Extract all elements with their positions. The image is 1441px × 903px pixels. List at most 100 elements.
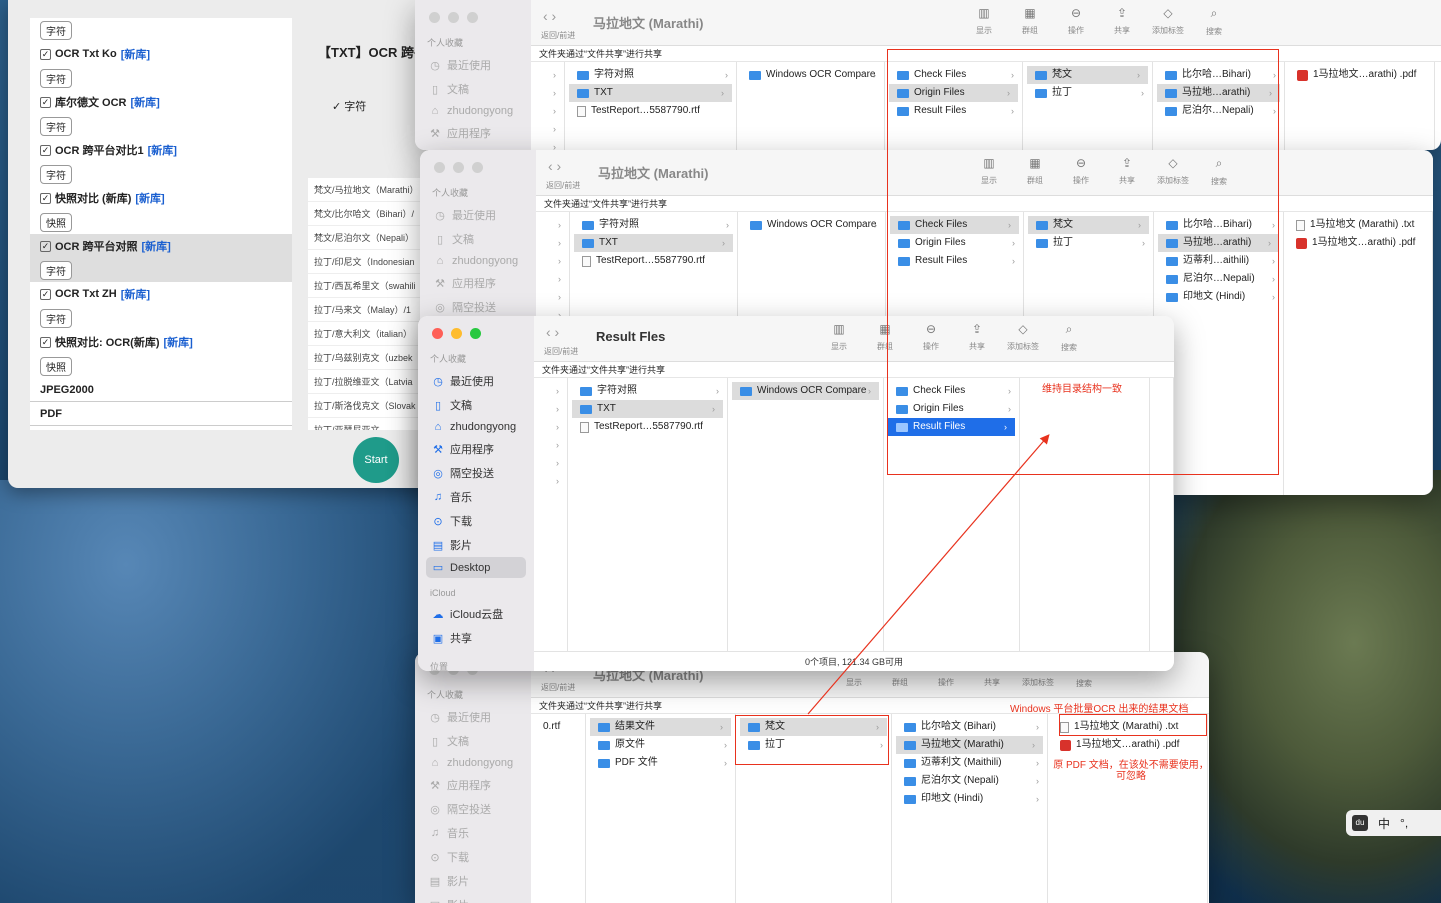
collapsed-entry[interactable]: ›: [531, 66, 564, 84]
collapsed-entry[interactable]: ›: [534, 436, 567, 454]
start-button[interactable]: Start: [353, 437, 399, 483]
close-button[interactable]: [434, 162, 445, 173]
list-item[interactable]: ✓ OCR 跨平台对照 [新库]: [30, 234, 292, 258]
file-entry[interactable]: Windows OCR Compare ›: [737, 66, 884, 84]
file-entry[interactable]: TXT ›: [574, 234, 733, 252]
sidebar-item[interactable]: ◎ 隔空投送: [415, 797, 531, 821]
file-entry[interactable]: 原文件 ›: [586, 736, 735, 754]
sidebar-item[interactable]: ▯ 文稿: [420, 227, 536, 251]
collapsed-entry[interactable]: ›: [536, 288, 569, 306]
sidebar-item[interactable]: ⌂ zhudongyong: [415, 753, 531, 773]
back-forward-buttons[interactable]: ‹ ›: [548, 158, 561, 174]
collapsed-entry[interactable]: ›: [531, 138, 564, 150]
file-entry[interactable]: Windows OCR Compare ›: [738, 216, 885, 234]
sidebar-item[interactable]: ◷ 最近使用: [418, 369, 534, 393]
minimize-button[interactable]: [451, 328, 462, 339]
sidebar-item[interactable]: ▭ Desktop: [426, 557, 526, 578]
file-entry[interactable]: 1马拉地文 (Marathi) .txt: [1284, 216, 1432, 234]
file-entry[interactable]: 1马拉地文…arathi) .pdf: [1285, 66, 1434, 84]
zoom-button[interactable]: [470, 328, 481, 339]
checkbox-icon[interactable]: ✓: [40, 240, 51, 252]
file-entry[interactable]: 马拉地文 (Marathi) ›: [896, 736, 1043, 754]
list-item[interactable]: ✓ OCR 跨平台对比1 [新库]: [30, 138, 292, 162]
toolbar-item[interactable]: ▦ 群组: [1007, 6, 1053, 37]
checkbox-icon[interactable]: ✓: [40, 192, 51, 204]
list-item[interactable]: JPEG2000: [30, 378, 292, 402]
minimize-button[interactable]: [448, 12, 459, 23]
file-entry[interactable]: 1马拉地文…arathi) .pdf: [1048, 736, 1207, 754]
sidebar-item[interactable]: ▯ 文稿: [418, 393, 534, 417]
checkbox-icon[interactable]: ✓: [40, 48, 51, 60]
toolbar-item[interactable]: ◇ 添加标签: [1145, 6, 1191, 37]
minimize-button[interactable]: [453, 162, 464, 173]
list-item[interactable]: 快照: [30, 210, 292, 234]
sidebar-item[interactable]: ⌂ zhudongyong: [418, 417, 534, 437]
zoom-button[interactable]: [467, 12, 478, 23]
checkbox-icon[interactable]: ✓: [40, 336, 51, 348]
input-method-indicator[interactable]: du 中 °,: [1346, 810, 1441, 836]
sidebar-item[interactable]: ▣ 共享: [418, 626, 534, 650]
toolbar-item[interactable]: ⌕ 搜索: [1191, 6, 1237, 37]
back-forward-buttons[interactable]: ‹ ›: [543, 8, 556, 24]
sidebar-item[interactable]: ⚒ 应用程序: [420, 271, 536, 295]
file-entry[interactable]: 迈蒂利文 (Maithili) ›: [892, 754, 1047, 772]
back-forward-buttons[interactable]: ‹ ›: [546, 324, 559, 340]
list-item[interactable]: PDF: [30, 402, 292, 426]
sidebar-item[interactable]: ▤ 影片: [415, 869, 531, 893]
sidebar-item[interactable]: ▯ 文稿: [415, 729, 531, 753]
list-item[interactable]: 字符: [30, 18, 292, 42]
collapsed-entry[interactable]: ›: [536, 270, 569, 288]
file-entry[interactable]: TestReport…5587790.rtf: [568, 418, 727, 436]
collapsed-entry[interactable]: ›: [534, 382, 567, 400]
file-entry[interactable]: TestReport…5587790.rtf: [565, 102, 736, 120]
sidebar-item[interactable]: ⚒ 应用程序: [415, 121, 531, 145]
file-entry[interactable]: TXT ›: [572, 400, 723, 418]
file-entry[interactable]: 结果文件 ›: [590, 718, 731, 736]
collapsed-entry[interactable]: ›: [534, 454, 567, 472]
list-item[interactable]: ✓ OCR Txt Ko [新库]: [30, 42, 292, 66]
list-item[interactable]: 快照: [30, 354, 292, 378]
file-entry[interactable]: PDF 文件 ›: [586, 754, 735, 772]
sidebar-item[interactable]: ◷ 最近使用: [415, 53, 531, 77]
close-button[interactable]: [429, 12, 440, 23]
collapsed-entry[interactable]: ›: [536, 252, 569, 270]
sidebar-item[interactable]: ⊙ 下载: [418, 509, 534, 533]
list-item[interactable]: 字符: [30, 162, 292, 186]
collapsed-entry[interactable]: ›: [536, 234, 569, 252]
list-item[interactable]: ✓ 快照对比: OCR(新库) [新库]: [30, 330, 292, 354]
sidebar-item[interactable]: ▤ 影片: [418, 533, 534, 557]
list-item[interactable]: 字符: [30, 258, 292, 282]
file-entry[interactable]: TestReport…5587790.rtf: [570, 252, 737, 270]
file-entry[interactable]: 字符对照 ›: [570, 216, 737, 234]
close-button[interactable]: [432, 328, 443, 339]
sidebar-item[interactable]: ♫ 音乐: [415, 821, 531, 845]
sidebar-item[interactable]: ⊙ 下载: [415, 845, 531, 869]
collapsed-entry[interactable]: ›: [531, 102, 564, 120]
list-item[interactable]: 字符: [30, 66, 292, 90]
sidebar-item[interactable]: ⌂ zhudongyong: [420, 251, 536, 271]
collapsed-entry[interactable]: ›: [531, 120, 564, 138]
file-entry[interactable]: TXT ›: [569, 84, 732, 102]
sidebar-item[interactable]: ▤ 影片: [415, 893, 531, 903]
list-item[interactable]: ✓ OCR Txt ZH [新库]: [30, 282, 292, 306]
file-entry[interactable]: 字符对照 ›: [568, 382, 727, 400]
list-item[interactable]: ✓ 快照对比 (新库) [新库]: [30, 186, 292, 210]
sidebar-item[interactable]: ♫ 音乐: [418, 485, 534, 509]
sidebar-item[interactable]: ☁ iCloud云盘: [418, 602, 534, 626]
collapsed-entry[interactable]: ›: [534, 472, 567, 490]
checkbox-icon[interactable]: ✓: [40, 96, 51, 108]
toolbar-item[interactable]: ⊖ 操作: [1053, 6, 1099, 37]
sidebar-item[interactable]: ◷ 最近使用: [415, 705, 531, 729]
toolbar-item[interactable]: ▥ 显示: [961, 6, 1007, 37]
file-entry[interactable]: 比尔哈文 (Bihari) ›: [892, 718, 1047, 736]
checkbox-icon[interactable]: ✓: [40, 144, 51, 156]
file-entry[interactable]: 尼泊尔文 (Nepali) ›: [892, 772, 1047, 790]
file-entry[interactable]: 印地文 (Hindi) ›: [892, 790, 1047, 808]
toolbar-item[interactable]: ▥ 显示: [816, 322, 862, 353]
sidebar-item[interactable]: ▯ 文稿: [415, 77, 531, 101]
collapsed-entry[interactable]: ›: [534, 418, 567, 436]
sidebar-item[interactable]: ◷ 最近使用: [420, 203, 536, 227]
toolbar-item[interactable]: ⇪ 共享: [1099, 6, 1145, 37]
file-entry[interactable]: 0.rtf: [531, 718, 585, 736]
checkbox-icon[interactable]: ✓: [40, 288, 51, 300]
